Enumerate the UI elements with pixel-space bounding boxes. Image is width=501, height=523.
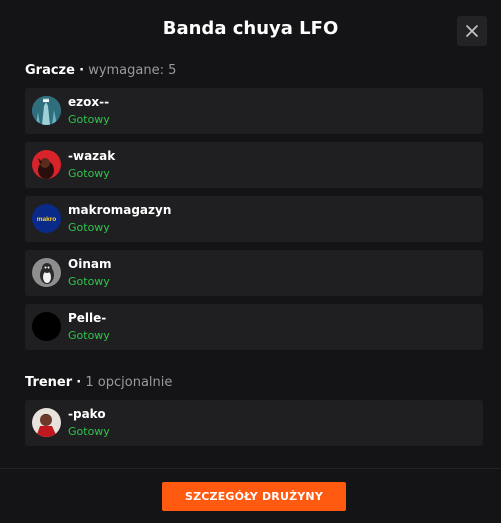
player-status: Gotowy [68, 113, 110, 126]
coach-separator: · [76, 375, 82, 390]
player-card[interactable]: Pelle- Gotowy [25, 304, 483, 350]
avatar-oinam-icon [32, 258, 61, 287]
player-card[interactable]: Oinam Gotowy [25, 250, 483, 296]
avatar-makro-icon: makro [32, 204, 61, 233]
player-status: Gotowy [68, 221, 110, 234]
player-card[interactable]: -wazak Gotowy [25, 142, 483, 188]
player-name: ezox-- [68, 95, 110, 109]
players-list: ezox-- Gotowy -wazak Gotowy makro makrom… [25, 88, 483, 358]
players-label: Gracze [25, 63, 75, 78]
player-status: Gotowy [68, 275, 110, 288]
makro-logo-text: makro [37, 216, 57, 223]
player-status: Gotowy [68, 167, 110, 180]
player-name: makromagazyn [68, 203, 172, 217]
players-separator: · [79, 63, 85, 78]
player-card[interactable]: ezox-- Gotowy [25, 88, 483, 134]
player-name: -wazak [68, 149, 116, 163]
modal-header: Banda chuya LFO [0, 0, 501, 62]
team-details-button[interactable]: SZCZEGÓŁY DRUŻYNY [162, 482, 346, 511]
coach-list: -pako Gotowy [25, 400, 483, 454]
players-required-note: wymagane: 5 [88, 63, 177, 78]
player-status: Gotowy [68, 329, 110, 342]
coach-status: Gotowy [68, 425, 110, 438]
player-card[interactable]: makro makromagazyn Gotowy [25, 196, 483, 242]
avatar-pako-icon [32, 408, 61, 437]
avatar-pelle-icon [32, 312, 61, 341]
players-section-label: Gracze · wymagane: 5 [25, 63, 176, 78]
player-name: Pelle- [68, 311, 107, 325]
close-button[interactable] [457, 16, 487, 46]
coach-section-label: Trener · 1 opcjonalnie [25, 375, 172, 390]
coach-label: Trener [25, 375, 73, 390]
avatar-wazak-icon [32, 150, 61, 179]
coach-card[interactable]: -pako Gotowy [25, 400, 483, 446]
coach-name: -pako [68, 407, 106, 421]
modal-title: Banda chuya LFO [162, 18, 339, 39]
team-details-modal: Banda chuya LFO Gracze · wymagane: 5 ezo… [0, 0, 501, 523]
footer-divider [0, 468, 501, 469]
avatar-ezox-icon [32, 96, 61, 125]
coach-optional-note: 1 opcjonalnie [85, 375, 173, 390]
player-name: Oinam [68, 257, 112, 271]
close-icon [465, 24, 479, 38]
